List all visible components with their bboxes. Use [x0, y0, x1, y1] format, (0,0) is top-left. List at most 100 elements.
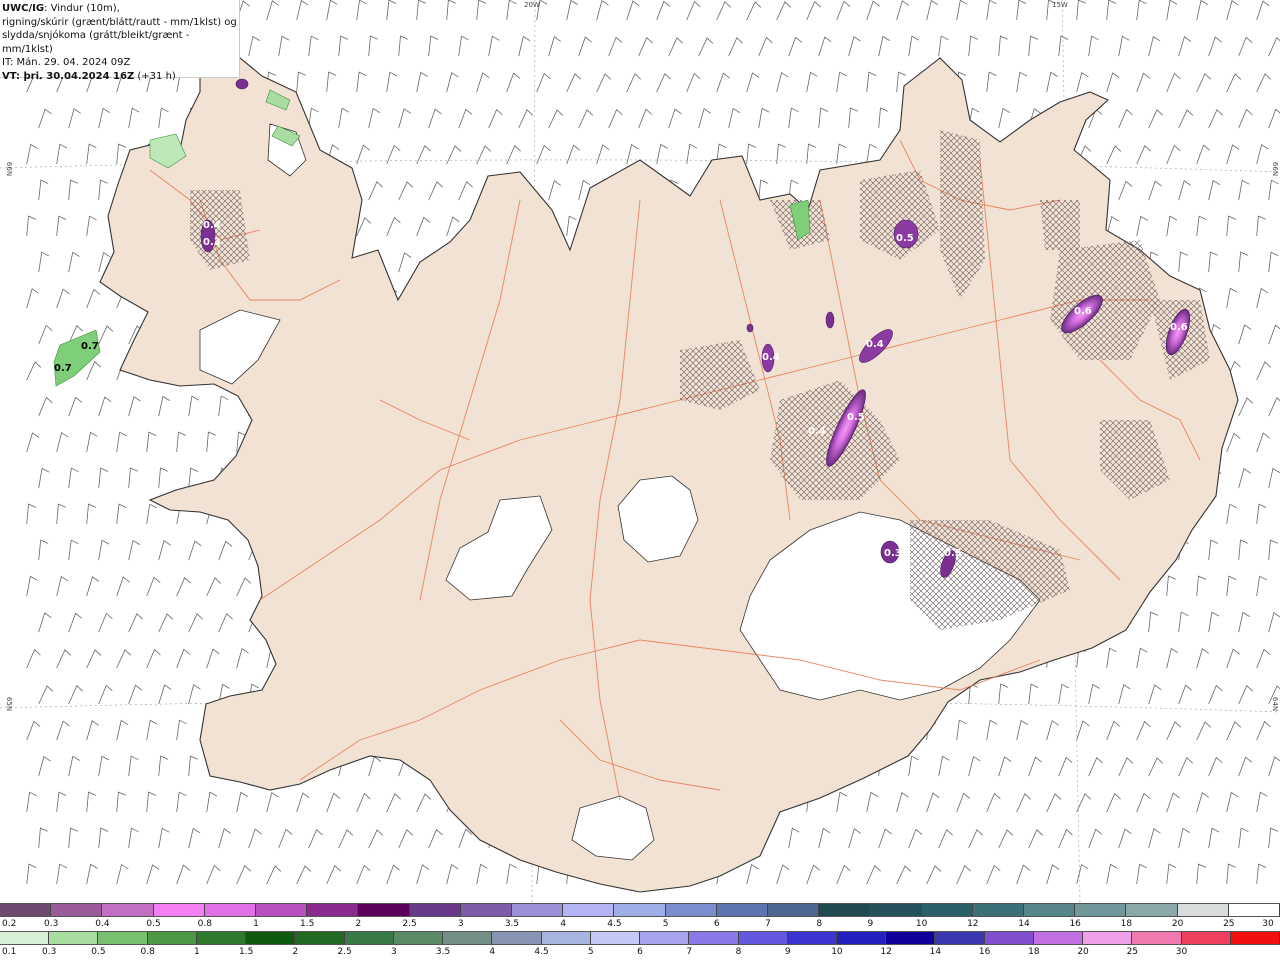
lat-label: 65N [5, 696, 14, 712]
legend-swatch [768, 904, 820, 916]
legend-swatch [102, 904, 154, 916]
legend-swatch [1181, 932, 1231, 944]
legend-tick-label: 4.5 [607, 919, 622, 929]
legend-swatch [819, 904, 871, 916]
legend-swatch [460, 904, 513, 916]
legend-snow-ticks: 0.2 0.3 0.4 0.5 0.8 1 1.5 2 2.5 3 3.5 4 4.5 5 6 7 8 9 10 12… [0, 919, 1280, 931]
header-line1: : Vindur (10m), [44, 3, 120, 14]
legend-tick-label: 25 [1126, 947, 1139, 957]
legend-swatch [1083, 932, 1133, 944]
legend-tick-label: 2.5 [402, 919, 417, 929]
map-label: 0.5 [847, 412, 865, 423]
legend-tick-label: 2.5 [337, 947, 352, 957]
legend-swatch [640, 932, 690, 944]
legend-swatch [393, 932, 444, 944]
legend-swatch [307, 904, 359, 916]
legend-tick-label: 30 [1262, 919, 1274, 929]
legend-swatch [256, 904, 308, 916]
legend-swatch [590, 932, 641, 944]
map-label: 0.4 [808, 426, 826, 437]
legend-tick-label: 12 [880, 947, 892, 957]
legend-swatch [614, 904, 666, 916]
lon-label: 20W [524, 1, 540, 9]
legend-tick-label: 0.8 [197, 919, 212, 929]
legend-tick-label: 2 [355, 919, 362, 929]
legend-tick-label: 3.5 [504, 919, 520, 929]
legend-swatch [921, 904, 973, 916]
map-label: 0.3 [203, 237, 221, 248]
map-label: 0.5 [896, 233, 914, 244]
legend-swatch [870, 904, 922, 916]
map-label: 0.6 [1074, 306, 1092, 317]
legend-swatch [563, 904, 615, 916]
map-label: 0.3 [884, 548, 902, 559]
legend-swatch [984, 932, 1034, 944]
legend-tick-label: 6 [713, 919, 720, 929]
legend-tick-label: 0.5 [146, 919, 161, 929]
legend-swatch [1132, 932, 1182, 944]
legend-swatch [935, 932, 985, 944]
legend-tick-label: 0.3 [44, 919, 59, 929]
legend-swatch [716, 904, 769, 916]
map-label: 0.5 [944, 548, 962, 559]
legend-tick-label: 4 [489, 947, 496, 957]
legend-tick-label: 7 [765, 919, 771, 929]
legend-tick-label: 14 [1018, 919, 1030, 929]
legend-tick-label: 2 [292, 947, 299, 957]
legend-tick-label: 20 [1171, 919, 1184, 929]
legend-tick-label: 1 [253, 919, 259, 929]
legend-swatch [689, 932, 739, 944]
legend-swatch [196, 932, 247, 944]
legend-swatch [1126, 904, 1178, 916]
legend-swatch [147, 932, 197, 944]
legend-tick-label: 1 [194, 947, 200, 957]
legend-tick-label: 4.5 [534, 947, 549, 957]
legend-swatch [787, 932, 837, 944]
legend-swatch [1024, 904, 1076, 916]
legend-rain-colorbar [0, 931, 1280, 945]
legend-swatch [492, 932, 542, 944]
header-line2: rigning/skúrir (grænt/blátt/rautt - mm/1… [2, 16, 237, 28]
legend-swatch [49, 932, 99, 944]
legend-swatch [358, 904, 410, 916]
legend-tick-label: 3.5 [435, 947, 451, 957]
legend-tick-label: 0.3 [42, 947, 57, 957]
legend-tick-label: 0.2 [2, 919, 17, 929]
legend-swatch [738, 932, 788, 944]
lon-label: 15W [1052, 1, 1068, 9]
legend-swatch [886, 932, 936, 944]
legend-swatch [1230, 932, 1280, 944]
legend-swatch [98, 932, 148, 944]
legend-tick-label: 10 [915, 919, 928, 929]
legend-tick-label: 5 [662, 919, 669, 929]
legend-tick-label: 12 [967, 919, 979, 929]
legend-swatch [246, 932, 296, 944]
legend-swatch [665, 904, 717, 916]
product-name: UWC/IG [2, 3, 45, 14]
legend-tick-label: 18 [1120, 919, 1133, 929]
legend-swatch [836, 932, 887, 944]
legend-swatch [972, 904, 1025, 916]
map-label: 0.7 [81, 341, 99, 352]
legend-tick-label: 8 [735, 947, 742, 957]
legend-tick-label: 1.5 [238, 947, 254, 957]
legend-tick-label: 9 [784, 947, 791, 957]
header-line3: slydda/snjókoma (grátt/bleikt/grænt - mm… [2, 30, 190, 55]
valid-time: VT: þri. 30.04.2024 16Z [2, 70, 135, 82]
map-label: 0.4 [866, 339, 884, 350]
legend-tick-label: 0.5 [91, 947, 106, 957]
legend-tick-label: 0.8 [140, 947, 155, 957]
legend-swatch [443, 932, 493, 944]
legend-tick-label: 10 [831, 947, 843, 957]
legend-tick-label: 3 [457, 919, 464, 929]
init-time: IT: Mán. 29. 04. 2024 09Z [2, 57, 131, 68]
legend-swatch [1033, 932, 1084, 944]
legend-tick-label: 16 [978, 947, 991, 957]
valid-time-offset: (+31 h) [134, 70, 176, 82]
legend-swatch [0, 932, 50, 944]
legend-tick-label: 5 [587, 947, 594, 957]
lat-label: 66N [5, 161, 14, 177]
legend-swatch [204, 904, 257, 916]
legend-rain-ticks: 0.1 0.3 0.5 0.8 1 1.5 2 2.5 3 3.5 4 4.5 5 6 7 8 9 10 12 14 1… [0, 947, 1280, 959]
legend-swatch [344, 932, 394, 944]
